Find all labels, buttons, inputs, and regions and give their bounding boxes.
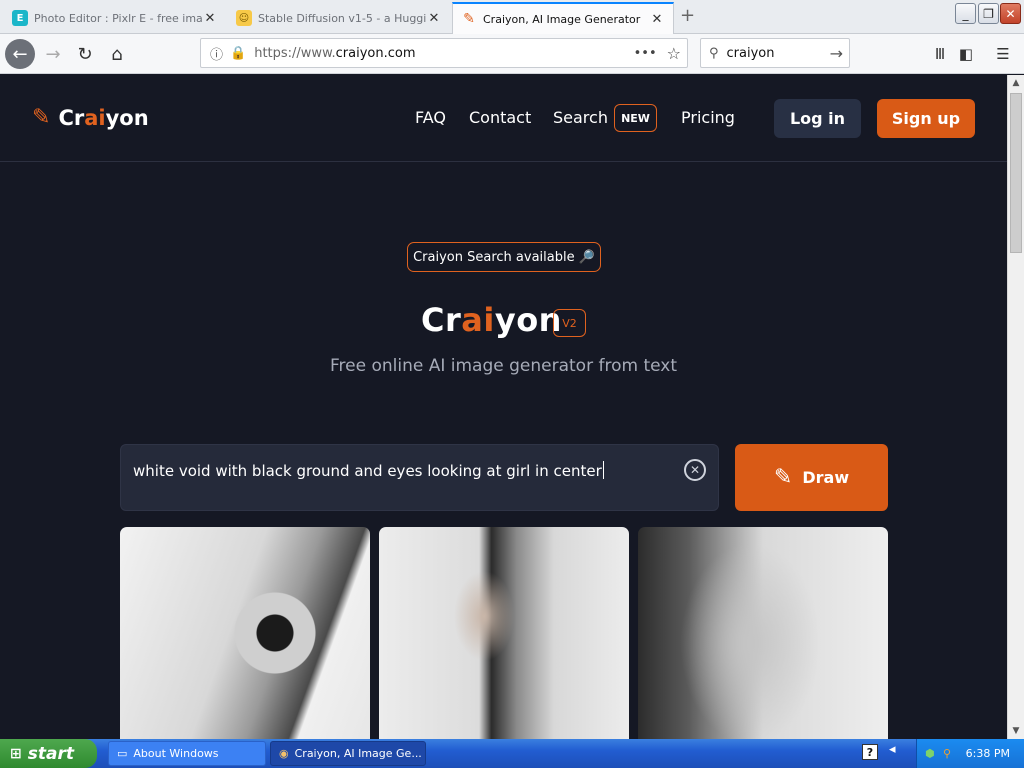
login-button[interactable]: Log in (774, 99, 861, 138)
tab-title: Photo Editor : Pixlr E - free image (34, 11, 202, 25)
craiyon-logo[interactable]: ✎ Cr ai yon (32, 105, 149, 130)
close-icon[interactable]: ✕ (202, 11, 218, 26)
prompt-input[interactable]: white void with black ground and eyes lo… (120, 444, 719, 511)
generated-image-1[interactable] (120, 527, 370, 739)
home-icon[interactable]: ⌂ (102, 39, 132, 69)
hero-title: Craiyon (421, 301, 562, 339)
hero-subtitle: Free online AI image generator from text (329, 356, 677, 376)
search-query: craiyon (726, 45, 775, 61)
tab-title: Craiyon, AI Image Generator (483, 12, 641, 26)
tray-chevron-icon[interactable]: ◂ (889, 742, 896, 757)
pencil-icon: ✎ (773, 465, 793, 490)
text-caret (602, 461, 604, 479)
hugging-face-favicon-icon: ☺ (236, 10, 252, 26)
start-button[interactable]: ⊞ start (0, 739, 97, 768)
nav-faq[interactable]: FAQ (415, 108, 446, 127)
search-icon: ⚲ (709, 45, 719, 61)
pencil-logo-icon: ✎ (32, 105, 51, 130)
tab-craiyon[interactable]: ✎ Craiyon, AI Image Generator ✕ (452, 2, 674, 34)
prompt-text: white void with black ground and eyes lo… (133, 462, 602, 480)
pixlr-favicon-icon: E (12, 10, 28, 26)
generated-image-2[interactable] (379, 527, 629, 739)
tray-search-icon[interactable]: ⚲ (943, 747, 951, 760)
craiyon-search-pill[interactable]: Craiyon Search available 🔎 (407, 242, 601, 272)
url-domain: craiyon.com (335, 45, 416, 61)
clock: 6:38 PM (965, 747, 1010, 760)
windows-logo-icon: ⊞ (10, 745, 22, 762)
craiyon-pencil-favicon-icon: ✎ (463, 11, 475, 27)
system-tray: ⬢ ⚲ 6:38 PM (916, 739, 1024, 768)
scrollbar-thumb[interactable] (1010, 93, 1022, 253)
window-icon: ▭ (117, 747, 128, 760)
minimize-icon[interactable]: _ (955, 3, 976, 24)
page-scrollbar[interactable]: ▲ ▼ (1007, 75, 1024, 739)
generated-image-3[interactable] (638, 527, 888, 739)
taskbar-about-windows[interactable]: ▭ About Windows (108, 741, 266, 766)
tab-pixlr[interactable]: E Photo Editor : Pixlr E - free image ✕ (4, 2, 226, 34)
close-icon[interactable]: ✕ (426, 11, 442, 26)
prompt-text-wrapper: white void with black ground and eyes lo… (133, 461, 604, 480)
back-arrow-icon[interactable]: ← (5, 39, 35, 69)
go-arrow-icon[interactable]: → (830, 44, 843, 63)
url-prefix: https://www. (254, 45, 336, 61)
scroll-down-arrow-icon[interactable]: ▼ (1008, 723, 1024, 739)
signup-button[interactable]: Sign up (877, 99, 975, 138)
draw-label: Draw (802, 468, 850, 487)
tab-stable-diffusion[interactable]: ☺ Stable Diffusion v1-5 - a Hugging ✕ (228, 2, 450, 34)
taskbar-craiyon[interactable]: ◉ Craiyon, AI Image Ge... (270, 741, 426, 766)
draw-button[interactable]: ✎ Draw (735, 444, 888, 511)
close-icon[interactable]: ✕ (649, 12, 665, 27)
reload-icon[interactable]: ↻ (70, 39, 100, 69)
browser-search-input[interactable]: ⚲ craiyon → (700, 38, 850, 68)
page-actions-icon[interactable]: ••• (634, 46, 657, 61)
nav-pricing[interactable]: Pricing (681, 108, 735, 127)
forward-arrow-icon[interactable]: → (38, 39, 68, 69)
tray-app-icon[interactable]: ⬢ (925, 747, 935, 760)
info-icon[interactable]: ⓘ (210, 44, 223, 63)
nav-search[interactable]: Search (553, 108, 608, 127)
new-badge: NEW (614, 104, 657, 132)
help-icon[interactable]: ? (862, 744, 878, 760)
bookmark-star-icon[interactable]: ☆ (667, 44, 681, 63)
scroll-up-arrow-icon[interactable]: ▲ (1008, 75, 1024, 91)
version-badge: V2 (553, 309, 586, 337)
address-bar[interactable]: ⓘ 🔒 https://www. craiyon.com ••• ☆ (200, 38, 688, 68)
tab-title: Stable Diffusion v1-5 - a Hugging (258, 11, 426, 25)
restore-icon[interactable]: ❐ (978, 3, 999, 24)
sidebar-icon[interactable]: ◧ (951, 39, 981, 69)
browser-icon: ◉ (279, 747, 289, 760)
lock-icon: 🔒 (230, 45, 247, 61)
new-tab-plus-icon[interactable]: + (680, 5, 695, 26)
window-close-icon[interactable]: ✕ (1000, 3, 1021, 24)
clear-input-icon[interactable]: ✕ (684, 459, 706, 481)
hamburger-menu-icon[interactable]: ☰ (988, 39, 1018, 69)
browser-tab-strip: E Photo Editor : Pixlr E - free image ✕ … (0, 0, 1024, 34)
nav-contact[interactable]: Contact (469, 108, 531, 127)
